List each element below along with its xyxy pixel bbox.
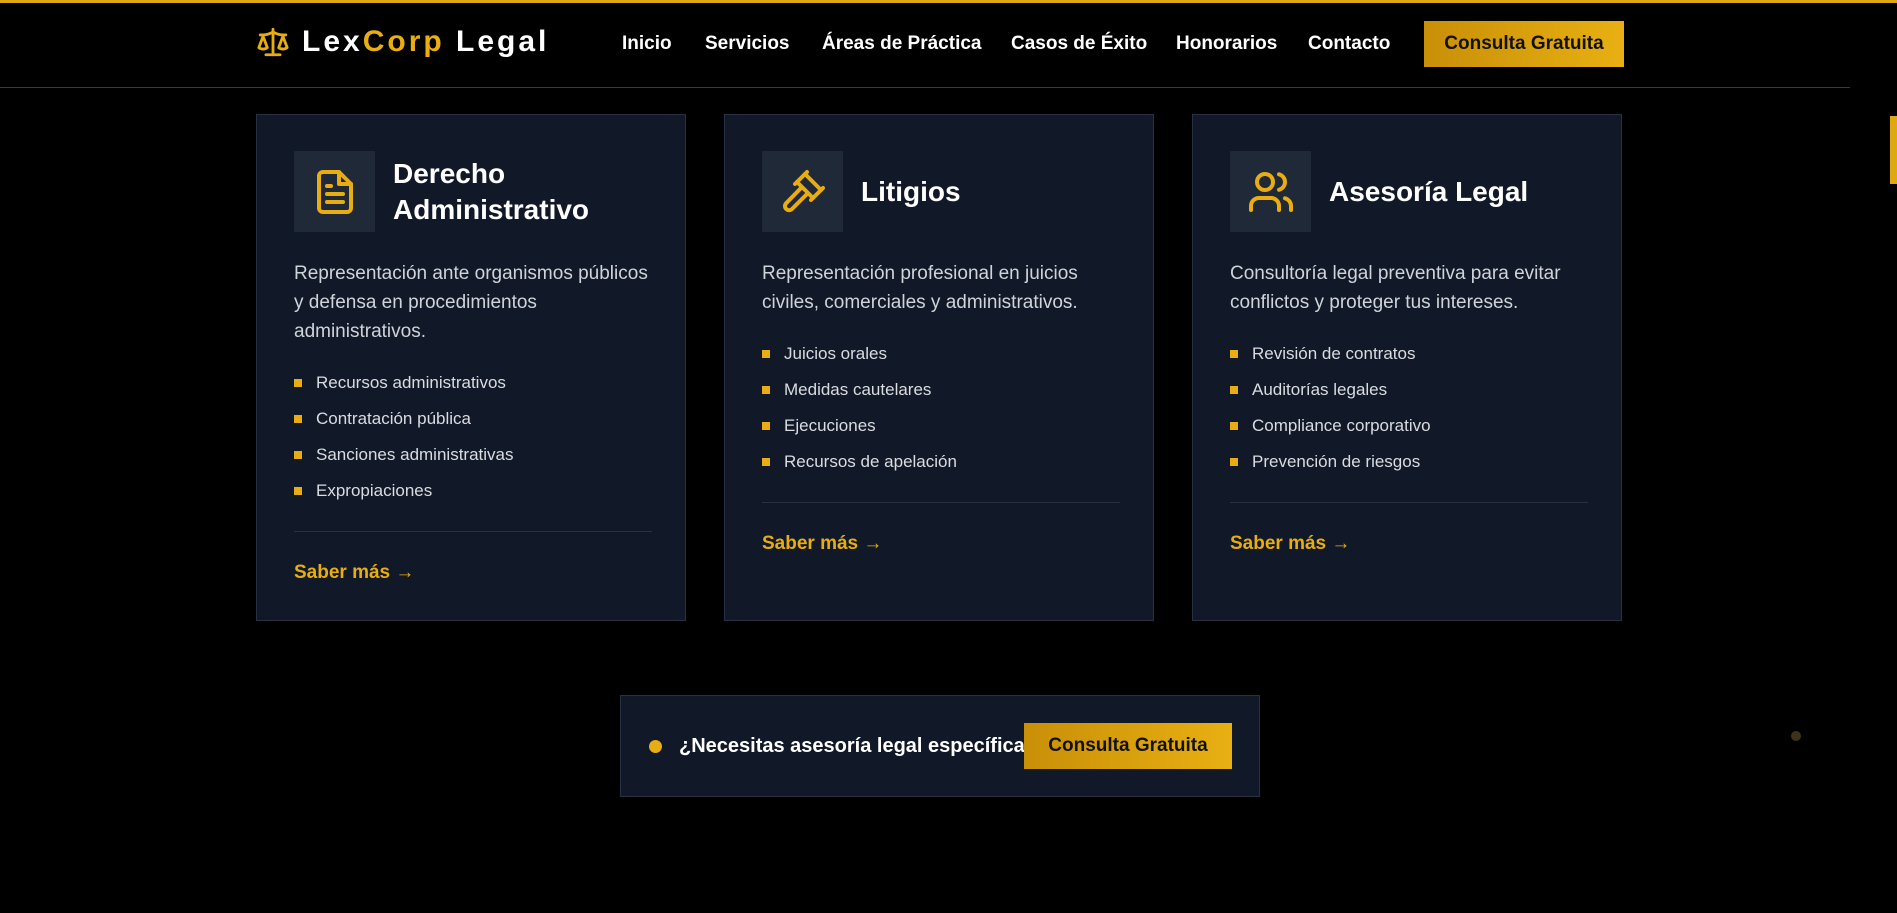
consulta-gratuita-button[interactable]: Consulta Gratuita (1424, 21, 1624, 67)
saber-mas-link[interactable]: Saber más → (762, 533, 882, 555)
list-item: Medidas cautelares (762, 372, 957, 408)
card-divider (294, 531, 652, 532)
list-item: Ejecuciones (762, 408, 957, 444)
service-card-derecho-administrativo: Derecho Administrativo Representación an… (256, 114, 686, 621)
saber-mas-link[interactable]: Saber más → (294, 562, 414, 584)
card-title: Derecho Administrativo (393, 157, 590, 225)
list-item: Sanciones administrativas (294, 437, 513, 473)
users-icon (1248, 171, 1293, 212)
card-icon-box (1230, 151, 1311, 232)
list-item: Prevención de riesgos (1230, 444, 1431, 480)
list-item: Recursos de apelación (762, 444, 957, 480)
nav-areas-de-practica[interactable]: Áreas de Práctica (822, 33, 982, 55)
bullet (294, 451, 302, 459)
card-description: Representación ante organismos públicos … (294, 263, 648, 342)
cta-bar: ¿Necesitas asesoría legal específica? Co… (620, 695, 1260, 797)
card-description: Consultoría legal preventiva para evitar… (1230, 263, 1561, 313)
floating-dot-icon (1791, 731, 1801, 741)
bullet (1230, 350, 1238, 358)
card-title: Litigios (861, 175, 961, 207)
nav-honorarios[interactable]: Honorarios (1176, 33, 1277, 55)
nav-contacto[interactable]: Contacto (1308, 33, 1390, 55)
nav-inicio[interactable]: Inicio (622, 33, 672, 55)
brand-name: LexCorp Legal (302, 25, 550, 58)
scales-icon (257, 27, 289, 57)
list-item: Expropiaciones (294, 473, 513, 509)
card-feature-list: Juicios orales Medidas cautelares Ejecuc… (762, 336, 957, 480)
status-dot-icon (649, 740, 662, 753)
gavel-icon (782, 169, 825, 212)
service-card-asesoria-legal: Asesoría Legal Consultoría legal prevent… (1192, 114, 1622, 621)
bullet (762, 386, 770, 394)
saber-mas-link[interactable]: Saber más → (1230, 533, 1350, 555)
bullet (762, 422, 770, 430)
bullet (1230, 386, 1238, 394)
card-description: Representación profesional en juicios ci… (762, 263, 1078, 313)
card-divider (1230, 502, 1588, 503)
card-icon-box (294, 151, 375, 232)
card-feature-list: Revisión de contratos Auditorías legales… (1230, 336, 1431, 480)
bullet (1230, 422, 1238, 430)
bullet (762, 458, 770, 466)
list-item: Revisión de contratos (1230, 336, 1431, 372)
bullet (1230, 458, 1238, 466)
document-icon (316, 169, 353, 214)
site-header: LexCorp Legal Inicio Servicios Áreas de … (0, 3, 1850, 88)
bullet (294, 487, 302, 495)
card-icon-box (762, 151, 843, 232)
list-item: Auditorías legales (1230, 372, 1431, 408)
bullet (294, 415, 302, 423)
card-feature-list: Recursos administrativos Contratación pú… (294, 365, 513, 509)
nav-servicios[interactable]: Servicios (705, 33, 790, 55)
card-title: Asesoría Legal (1329, 175, 1529, 207)
bullet (762, 350, 770, 358)
list-item: Recursos administrativos (294, 365, 513, 401)
list-item: Compliance corporativo (1230, 408, 1431, 444)
cta-text: ¿Necesitas asesoría legal específica? (679, 735, 1037, 757)
service-card-litigios: Litigios Representación profesional en j… (724, 114, 1154, 621)
cta-consulta-gratuita-button[interactable]: Consulta Gratuita (1024, 723, 1232, 769)
scrollbar-thumb[interactable] (1890, 116, 1897, 184)
list-item: Juicios orales (762, 336, 957, 372)
card-divider (762, 502, 1120, 503)
logo[interactable]: LexCorp Legal (256, 25, 549, 59)
list-item: Contratación pública (294, 401, 513, 437)
nav-casos-de-exito[interactable]: Casos de Éxito (1011, 33, 1147, 55)
bullet (294, 379, 302, 387)
